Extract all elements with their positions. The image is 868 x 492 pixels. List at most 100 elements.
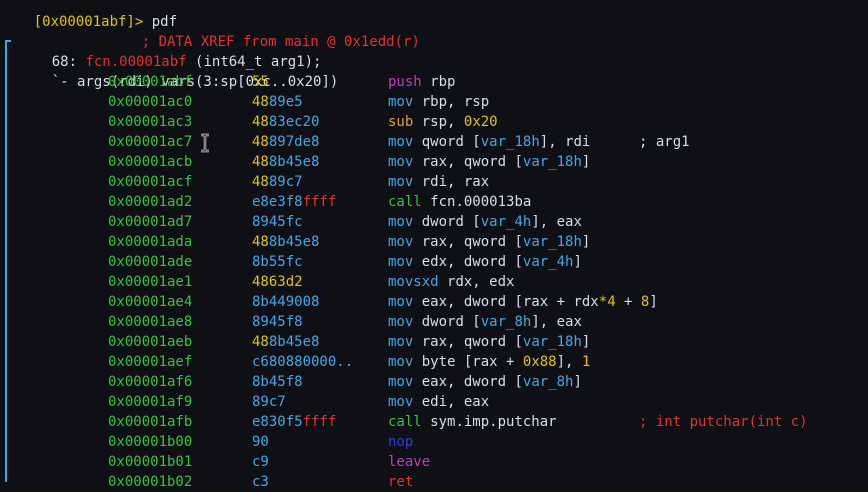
instruction-text: mov rdi, rax [388, 172, 489, 192]
bytes-part: 8b45e8 [268, 234, 320, 250]
instruction-row: 0x00001ac0 4889e5 mov rbp, rsp [0, 92, 868, 112]
instruction-text: push rbp [388, 72, 455, 92]
instruction-mnemonic: movsxd [388, 274, 439, 290]
instruction-address: 0x00001ae8 [108, 314, 193, 330]
bytes-part: 8b45e8 [268, 154, 320, 170]
instruction-row: 0x00001b00 90 nop [0, 432, 868, 452]
instruction-text: mov dword [var_4h], eax [388, 212, 582, 232]
instruction-row: 0x00001aeb 488b45e8 mov rax, qword [var_18… [0, 332, 868, 352]
instruction-address: 0x00001afb [108, 414, 193, 430]
instruction-address: 0x00001acf [108, 174, 193, 190]
bytes-part: 8b449008 [252, 294, 320, 310]
instruction-operand: var_4h [480, 214, 532, 230]
instruction-mnemonic: mov [388, 214, 414, 230]
instruction-mnemonic: mov [388, 234, 414, 250]
instruction-operand: eax, dword [ [421, 374, 523, 390]
instruction-operand: ], rdi [539, 134, 591, 150]
instruction-operand: ], eax [531, 214, 582, 230]
instruction-operand: edi, eax [421, 394, 490, 410]
instruction-operand: ], [556, 354, 582, 370]
bytes-part: e8e3f8 [252, 194, 303, 210]
instruction-address: 0x00001b00 [108, 434, 193, 450]
instruction-text: call sym.imp.putchar [388, 412, 557, 432]
instruction-mnemonic: push [388, 74, 422, 90]
instruction-address: 0x00001af9 [108, 394, 193, 410]
instruction-operand: dword [ [421, 214, 481, 230]
instruction-mnemonic: mov [388, 394, 414, 410]
instruction-operand: edx, dword [ [421, 254, 523, 270]
bytes-part: 89c7 [268, 174, 303, 190]
instruction-operand: rax, qword [ [421, 154, 523, 170]
instruction-address: 0x00001ae4 [108, 294, 193, 310]
command-prompt-line: [0x00001abf]> pdf [0, 0, 177, 30]
instruction-mnemonic: mov [388, 154, 414, 170]
instruction-address: 0x00001b01 [108, 454, 193, 470]
instruction-row: 0x00001aef c680880000.. mov byte [rax + 0x… [0, 352, 868, 372]
bytes-part: 90 [252, 434, 269, 450]
instruction-bytes: c680880000.. [252, 352, 353, 372]
instruction-mnemonic: mov [388, 314, 414, 330]
instruction-operand: ] [581, 154, 591, 170]
instruction-bytes: 4883ec20 [252, 112, 319, 132]
bytes-part: 55 [252, 74, 269, 90]
instruction-row: 0x00001abf 55 push rbp [0, 72, 868, 92]
instruction-row: 0x00001acb 488b45e8 mov rax, qword [var_18… [0, 152, 868, 172]
bytes-part: 4863d2 [252, 274, 303, 290]
instruction-bytes: e8e3f8ffff [252, 192, 336, 212]
instruction-mnemonic: ret [388, 474, 414, 490]
instruction-comment: ; arg1 [639, 134, 690, 150]
instruction-row: 0x00001ad7 8945fc mov dword [var_4h], eax [0, 212, 868, 232]
instruction-bytes: 8b449008 [252, 292, 319, 312]
instruction-operand: var_18h [522, 234, 582, 250]
bytes-part: c680880000.. [252, 354, 354, 370]
instruction-operand: 0x88 [522, 354, 557, 370]
instruction-text: nop [388, 432, 413, 452]
instruction-mnemonic: call [388, 194, 422, 210]
instruction-operand: 1 [581, 354, 591, 370]
instruction-text: sub rsp, 0x20 [388, 112, 498, 132]
bytes-part: 48 [252, 334, 269, 350]
instruction-row: 0x00001af6 8b45f8 mov eax, dword [var_8h] [0, 372, 868, 392]
instruction-operand: byte [rax + [421, 354, 523, 370]
instruction-operand: 0x20 [463, 114, 498, 130]
instruction-text: mov dword [var_8h], eax [388, 312, 582, 332]
instruction-bytes: c3 [252, 472, 269, 492]
instruction-comment: ; int putchar(int c) [639, 414, 808, 430]
instruction-bytes: 488b45e8 [252, 152, 319, 172]
instruction-operand: ], eax [531, 314, 582, 330]
instruction-operand: ] [581, 234, 591, 250]
instruction-mnemonic: nop [388, 434, 414, 450]
instruction-address: 0x00001ad2 [108, 194, 193, 210]
instruction-text: mov eax, dword [var_8h] [388, 372, 582, 392]
instruction-address: 0x00001aef [108, 354, 193, 370]
bytes-part: 48 [252, 234, 269, 250]
instruction-row: 0x00001ae1 4863d2 movsxd rdx, edx [0, 272, 868, 292]
instruction-row: 0x00001ada 488b45e8 mov rax, qword [var_18… [0, 232, 868, 252]
instruction-row: 0x00001ade 8b55fc mov edx, dword [var_4h] [0, 252, 868, 272]
instruction-mnemonic: leave [388, 454, 431, 470]
instruction-operand: 4 [607, 294, 616, 310]
instruction-text: mov eax, dword [rax + rdx*4 + 8] [388, 292, 658, 312]
instruction-text: ret [388, 472, 413, 492]
instruction-text: mov qword [var_18h], rdi [388, 132, 590, 152]
instruction-bytes: 4889e5 [252, 92, 303, 112]
instruction-bytes: 89c7 [252, 392, 286, 412]
instruction-row: 0x00001afb e830f5ffff call sym.imp.putchar… [0, 412, 868, 432]
instruction-bytes: 488b45e8 [252, 332, 319, 352]
instruction-mnemonic: mov [388, 134, 414, 150]
instruction-address: 0x00001ada [108, 234, 193, 250]
instruction-operand: rbp [430, 74, 456, 90]
instruction-bytes: 488b45e8 [252, 232, 319, 252]
bytes-part: 48 [252, 134, 269, 150]
instruction-row: 0x00001ac7 48897de8 mov qword [var_18h], r… [0, 132, 868, 152]
instruction-bytes: 8945f8 [252, 312, 303, 332]
bytes-part: ffff [302, 414, 337, 430]
bytes-part: 897de8 [268, 134, 320, 150]
xref-comment: ; DATA XREF from main @ 0x1edd(r) [141, 34, 420, 50]
instruction-bytes: c9 [252, 452, 269, 472]
instruction-text: movsxd rdx, edx [388, 272, 514, 292]
instruction-operand: var_18h [480, 134, 540, 150]
instruction-bytes: 4889c7 [252, 172, 303, 192]
instruction-row: 0x00001b01 c9 leave [0, 452, 868, 472]
bytes-part: 8b55fc [252, 254, 303, 270]
